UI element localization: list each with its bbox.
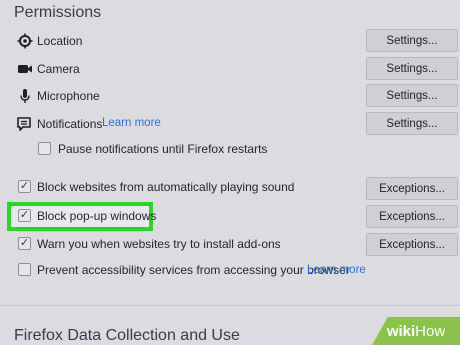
block-autoplay-checkbox[interactable]: ✓ <box>18 180 31 193</box>
block-popups-exceptions-button[interactable]: Exceptions... <box>366 205 458 228</box>
location-icon <box>17 33 33 49</box>
camera-icon <box>18 65 32 73</box>
warn-addons-label: Warn you when websites try to install ad… <box>37 237 281 251</box>
camera-settings-button[interactable]: Settings... <box>366 57 458 80</box>
microphone-settings-button[interactable]: Settings... <box>366 84 458 107</box>
block-popups-label: Block pop-up windows <box>37 209 157 223</box>
block-autoplay-label: Block websites from automatically playin… <box>37 180 295 194</box>
prevent-accessibility-checkbox[interactable] <box>18 263 31 276</box>
pause-notifications-checkbox[interactable] <box>38 142 51 155</box>
checkmark-icon: ✓ <box>19 209 30 221</box>
block-autoplay-exceptions-button[interactable]: Exceptions... <box>366 177 458 200</box>
wikihow-watermark: wiki How <box>372 317 460 345</box>
camera-label: Camera <box>37 62 80 76</box>
notifications-icon <box>17 117 31 131</box>
notifications-learn-more-link[interactable]: Learn more <box>102 117 161 129</box>
warn-addons-checkbox[interactable]: ✓ <box>18 237 31 250</box>
prevent-accessibility-label: Prevent accessibility services from acce… <box>37 263 350 277</box>
location-settings-button[interactable]: Settings... <box>366 29 458 52</box>
checkmark-icon: ✓ <box>19 237 30 249</box>
block-popups-checkbox[interactable]: ✓ <box>18 209 31 222</box>
checkmark-icon: ✓ <box>19 180 30 192</box>
permissions-title: Permissions <box>14 4 102 21</box>
data-collection-title: Firefox Data Collection and Use <box>14 327 240 344</box>
notifications-label: Notifications <box>37 117 103 131</box>
warn-addons-exceptions-button[interactable]: Exceptions... <box>366 233 458 256</box>
location-label: Location <box>37 34 83 48</box>
microphone-label: Microphone <box>37 89 100 103</box>
section-divider <box>0 305 460 306</box>
notifications-settings-button[interactable]: Settings... <box>366 112 458 135</box>
pause-notifications-label: Pause notifications until Firefox restar… <box>58 142 268 156</box>
microphone-icon <box>20 89 30 103</box>
prevent-accessibility-learn-more-link[interactable]: Learn more <box>307 264 366 276</box>
